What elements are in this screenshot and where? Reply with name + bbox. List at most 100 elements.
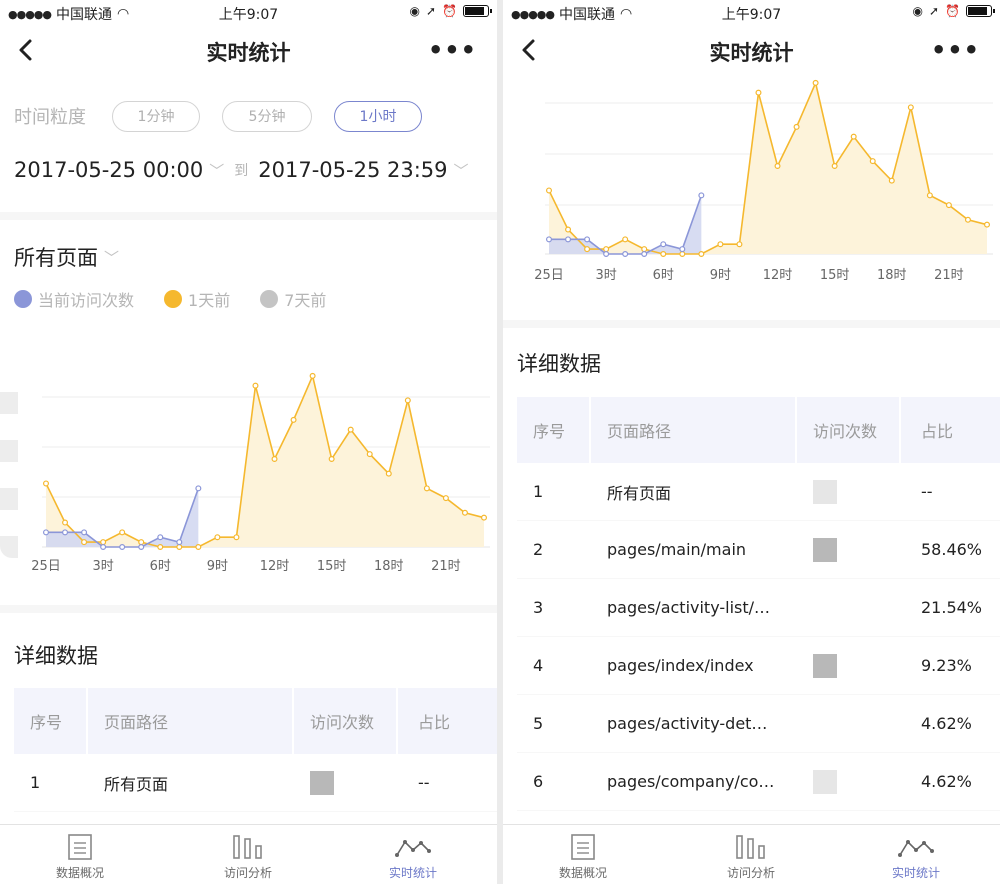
data-point	[385, 470, 392, 477]
data-point	[565, 236, 572, 243]
data-point	[442, 495, 449, 502]
page-filter-dropdown[interactable]: 所有页面 ﹀	[14, 242, 119, 272]
line-trend-icon	[898, 840, 934, 857]
legend-label: 1天前	[188, 291, 231, 310]
x-tick-label: 9时	[710, 268, 731, 283]
data-point	[366, 451, 373, 458]
row-visits	[813, 521, 837, 578]
data-point	[42, 480, 49, 487]
row-index: 4	[533, 656, 544, 675]
tab-realtime[interactable]: 实时统计	[836, 825, 996, 884]
row-index: 2	[533, 540, 544, 559]
start-date[interactable]: 2017-05-25 00:00	[14, 158, 203, 182]
tab-label: 访问分析	[223, 866, 272, 880]
alarm-icon: ⏰	[442, 4, 457, 18]
data-point	[584, 236, 591, 243]
chevron-down-icon[interactable]: ﹀	[454, 160, 469, 181]
row-index: 6	[533, 772, 544, 791]
row-ratio: 21.54%	[921, 598, 983, 617]
tab-overview[interactable]: 数据概况	[503, 825, 663, 884]
right-screen: ●●●●● 中国联通 ◠ 上午9:07 ◉ ➚ ⏰ 实时统计 ••• 25日 3时 6时 9时…	[503, 0, 1000, 884]
x-tick-label: 15时	[317, 559, 347, 574]
table-row[interactable]: 4 pages/index/index 9.23%	[517, 637, 1000, 695]
data-point	[717, 241, 724, 248]
legend-dot-current	[14, 290, 32, 308]
tab-bar: 数据概况 访问分析 实时统计	[503, 824, 1000, 884]
data-point	[347, 426, 354, 433]
tab-label: 数据概况	[558, 866, 607, 880]
data-point	[641, 251, 648, 258]
row-visits	[813, 463, 837, 520]
data-point	[850, 133, 857, 140]
x-tick-label: 3时	[595, 268, 616, 283]
end-date[interactable]: 2017-05-25 23:59	[258, 158, 447, 182]
data-point	[62, 529, 69, 536]
back-icon[interactable]	[12, 34, 42, 66]
table-header: 序号 页面路径 访问次数 占比	[517, 397, 1000, 463]
table-row[interactable]: 3 pages/activity-list/… 21.54%	[517, 579, 1000, 637]
row-index: 1	[533, 482, 544, 501]
data-point	[81, 529, 88, 536]
battery-icon	[463, 5, 492, 17]
legend-item[interactable]: 当前访问次数	[14, 287, 134, 311]
to-label: 到	[234, 163, 249, 179]
bars-icon	[736, 835, 765, 859]
granularity-selector: 时间粒度 1分钟 5分钟 1小时	[14, 100, 497, 132]
granularity-1min-button[interactable]: 1分钟	[112, 100, 200, 132]
table-row[interactable]: 6 pages/company/co… 4.62%	[517, 753, 1000, 811]
legend-label: 当前访问次数	[38, 291, 135, 310]
tab-visit-analysis[interactable]: 访问分析	[671, 825, 831, 884]
granularity-1hour-button[interactable]: 1小时	[334, 100, 422, 132]
data-point	[679, 246, 686, 253]
legend-item[interactable]: 7天前	[260, 287, 326, 311]
data-point	[138, 539, 145, 546]
left-screen: ●●●●● 中国联通 ◠ 上午9:07 ◉ ➚ ⏰ 实时统计 ••• 时间粒度 1分钟 …	[0, 0, 497, 884]
legend-label: 7天前	[284, 291, 327, 310]
more-icon[interactable]: •••	[428, 36, 477, 64]
row-visits	[310, 754, 334, 811]
x-tick-label: 6时	[150, 559, 171, 574]
visit-bar	[813, 712, 837, 736]
data-point	[157, 534, 164, 541]
table-row[interactable]: 1 所有页面 --	[14, 754, 497, 812]
row-ratio: 4.62%	[921, 714, 972, 733]
realtime-chart[interactable]: 25日 3时 6时 9时 12时 15时 18时 21时	[503, 0, 1000, 300]
data-point	[461, 509, 468, 516]
data-point	[195, 544, 202, 551]
table-header: 序号 页面路径 访问次数 占比	[14, 688, 497, 754]
table-row[interactable]: 5 pages/activity-det… 4.62%	[517, 695, 1000, 753]
x-tick-label: 18时	[877, 268, 907, 283]
table-row[interactable]: 2 pages/main/main 58.46%	[517, 521, 1000, 579]
data-point	[945, 202, 952, 209]
data-point	[252, 382, 259, 389]
data-point	[641, 246, 648, 253]
data-point	[679, 251, 686, 258]
data-point	[290, 416, 297, 423]
realtime-chart[interactable]: 25日 3时 6时 9时 12时 15时 18时 21时	[0, 320, 497, 580]
data-point	[984, 221, 991, 228]
granularity-5min-button[interactable]: 5分钟	[222, 100, 312, 132]
tab-realtime[interactable]: 实时统计	[333, 825, 493, 884]
x-tick-label: 25日	[31, 559, 61, 574]
table-row[interactable]: 1 所有页面 --	[517, 463, 1000, 521]
x-tick-label: 15时	[820, 268, 850, 283]
data-point	[698, 192, 705, 199]
x-tick-label: 12时	[260, 559, 290, 574]
tab-visit-analysis[interactable]: 访问分析	[168, 825, 328, 884]
legend-dot-7day	[260, 290, 279, 308]
divider	[0, 605, 497, 613]
x-tick-label: 21时	[934, 268, 964, 283]
data-point	[545, 187, 552, 194]
data-point	[622, 236, 629, 243]
col-header-visits: 访问次数	[813, 422, 878, 441]
col-header-index: 序号	[30, 713, 63, 732]
col-header-path: 页面路径	[104, 713, 169, 732]
data-point	[176, 539, 183, 546]
chevron-down-icon[interactable]: ﹀	[209, 160, 224, 181]
legend-dot-1day	[164, 290, 183, 308]
tab-overview[interactable]: 数据概况	[0, 825, 160, 884]
chart-legend: 当前访问次数 1天前 7天前	[14, 287, 356, 311]
data-point	[119, 529, 126, 536]
legend-item[interactable]: 1天前	[164, 287, 230, 311]
row-visits	[813, 637, 837, 694]
